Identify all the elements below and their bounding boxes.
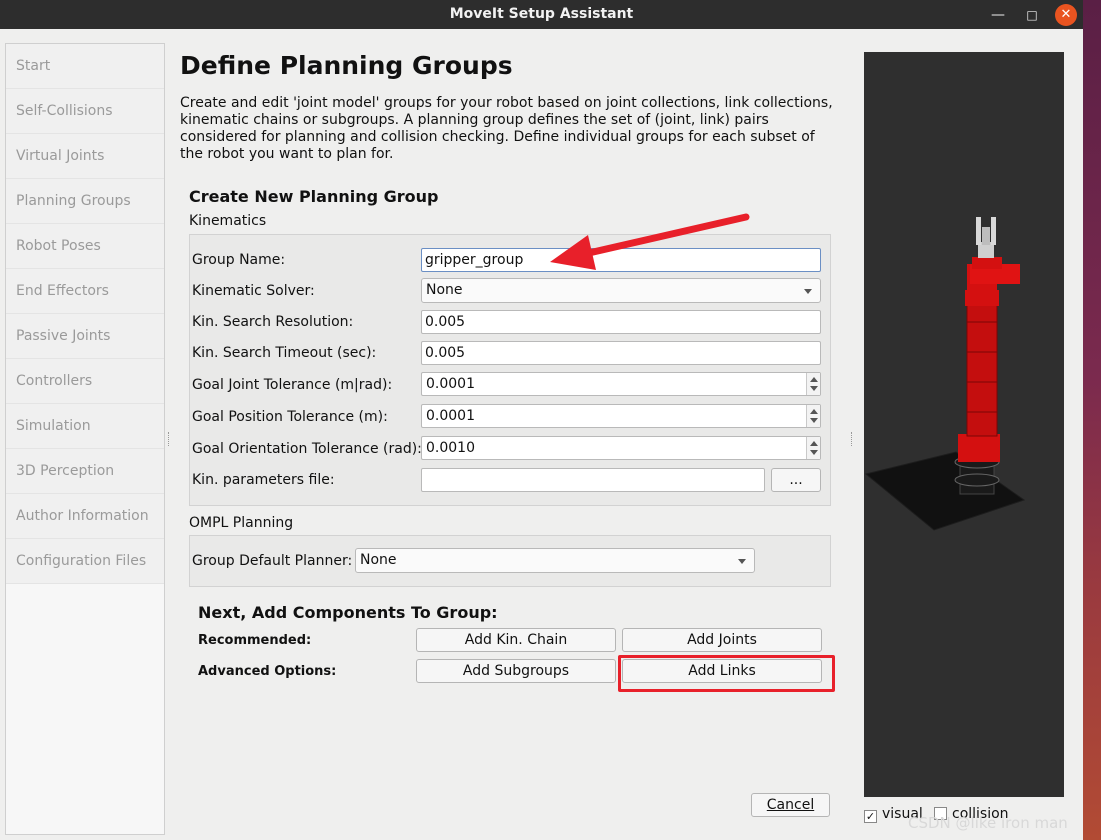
robot-gripper-center: [982, 227, 990, 245]
spin-buttons[interactable]: [806, 405, 820, 427]
robot-3d-viewport[interactable]: [864, 52, 1064, 797]
kinematic-solver-value: None: [426, 282, 463, 298]
add-components-heading: Next, Add Components To Group:: [198, 603, 498, 622]
chevron-down-icon: [738, 559, 746, 564]
visual-checkbox[interactable]: ✓: [864, 810, 877, 823]
annotation-highlight-box: [618, 655, 835, 692]
window-title: MoveIt Setup Assistant: [449, 6, 634, 22]
goal-joint-tolerance-label: Goal Joint Tolerance (m|rad):: [192, 377, 393, 393]
default-planner-value: None: [360, 552, 397, 568]
goal-position-tolerance-spinbox[interactable]: 0.0001: [421, 404, 821, 428]
annotation-arrow-head: [550, 235, 596, 270]
page-title: Define Planning Groups: [180, 51, 513, 80]
goal-position-tolerance-value: 0.0001: [426, 408, 475, 424]
robot-link-base: [958, 434, 1000, 462]
maximize-icon[interactable]: □: [1021, 4, 1043, 26]
sidebar-item-end-effectors[interactable]: End Effectors: [6, 269, 164, 314]
sidebar-item-start[interactable]: Start: [6, 44, 164, 89]
ompl-planning-label: OMPL Planning: [189, 515, 294, 531]
add-subgroups-button[interactable]: Add Subgroups: [416, 659, 616, 683]
spin-buttons[interactable]: [806, 437, 820, 459]
sidebar-item-self-collisions[interactable]: Self-Collisions: [6, 89, 164, 134]
arrow-up-icon: [810, 377, 818, 382]
robot-wrist: [972, 257, 1002, 269]
goal-position-tolerance-label: Goal Position Tolerance (m):: [192, 409, 388, 425]
search-timeout-input[interactable]: 0.005: [421, 341, 821, 365]
sidebar-item-planning-groups[interactable]: Planning Groups: [6, 179, 164, 224]
robot-gripper-finger-left: [976, 217, 981, 245]
cancel-button[interactable]: Cancel: [751, 793, 830, 817]
search-resolution-label: Kin. Search Resolution:: [192, 314, 354, 330]
goal-orientation-tolerance-value: 0.0010: [426, 440, 475, 456]
arrow-down-icon: [810, 386, 818, 391]
desktop-background: [1083, 0, 1101, 840]
kinematic-solver-select[interactable]: None: [421, 278, 821, 303]
arrow-down-icon: [810, 418, 818, 423]
minimize-icon[interactable]: —: [987, 4, 1009, 26]
search-resolution-input[interactable]: 0.005: [421, 310, 821, 334]
robot-link-column-lower: [967, 294, 997, 436]
kin-params-file-label: Kin. parameters file:: [192, 472, 335, 488]
recommended-label: Recommended:: [198, 633, 312, 648]
sidebar-item-author-information[interactable]: Author Information: [6, 494, 164, 539]
goal-joint-tolerance-value: 0.0001: [426, 376, 475, 392]
arrow-down-icon: [810, 450, 818, 455]
kinematics-label: Kinematics: [189, 213, 267, 229]
app-window: MoveIt Setup Assistant — □ ✕ Start Self-…: [0, 0, 1083, 840]
browse-file-button[interactable]: ...: [771, 468, 821, 492]
spin-buttons[interactable]: [806, 373, 820, 395]
robot-base-plate: [864, 451, 1026, 531]
goal-joint-tolerance-spinbox[interactable]: 0.0001: [421, 372, 821, 396]
sidebar-item-robot-poses[interactable]: Robot Poses: [6, 224, 164, 269]
annotation-arrow: [550, 213, 750, 270]
close-icon[interactable]: ✕: [1055, 4, 1077, 26]
default-planner-label: Group Default Planner:: [192, 553, 353, 569]
page-description: Create and edit 'joint model' groups for…: [180, 95, 833, 162]
arrow-up-icon: [810, 441, 818, 446]
cancel-label: Cancel: [766, 797, 815, 813]
default-planner-select[interactable]: None: [355, 548, 755, 573]
robot-model: [864, 217, 1026, 531]
sidebar-item-passive-joints[interactable]: Passive Joints: [6, 314, 164, 359]
sidebar-item-virtual-joints[interactable]: Virtual Joints: [6, 134, 164, 179]
sidebar-item-simulation[interactable]: Simulation: [6, 404, 164, 449]
create-group-heading: Create New Planning Group: [189, 187, 439, 206]
advanced-options-label: Advanced Options:: [198, 664, 337, 679]
add-joints-button[interactable]: Add Joints: [622, 628, 822, 652]
sidebar-nav: Start Self-Collisions Virtual Joints Pla…: [5, 43, 165, 835]
goal-orientation-tolerance-label: Goal Orientation Tolerance (rad):: [192, 441, 422, 457]
chevron-down-icon: [804, 289, 812, 294]
robot-gripper-finger-right: [991, 217, 996, 245]
goal-orientation-tolerance-spinbox[interactable]: 0.0010: [421, 436, 821, 460]
sidebar-item-configuration-files[interactable]: Configuration Files: [6, 539, 164, 584]
watermark-text: CSDN @like iron man: [908, 814, 1068, 832]
kinematic-solver-label: Kinematic Solver:: [192, 283, 315, 299]
sidebar-item-3d-perception[interactable]: 3D Perception: [6, 449, 164, 494]
search-timeout-label: Kin. Search Timeout (sec):: [192, 345, 377, 361]
sidebar-item-controllers[interactable]: Controllers: [6, 359, 164, 404]
left-splitter-handle[interactable]: [168, 432, 172, 446]
right-splitter-handle[interactable]: [851, 432, 855, 446]
annotation-arrow-shaft: [576, 213, 750, 259]
add-kin-chain-button[interactable]: Add Kin. Chain: [416, 628, 616, 652]
title-bar: MoveIt Setup Assistant — □ ✕: [0, 0, 1083, 29]
kin-params-file-input[interactable]: [421, 468, 765, 492]
robot-base-ring: [954, 473, 1000, 487]
arrow-up-icon: [810, 409, 818, 414]
group-name-label: Group Name:: [192, 252, 286, 268]
